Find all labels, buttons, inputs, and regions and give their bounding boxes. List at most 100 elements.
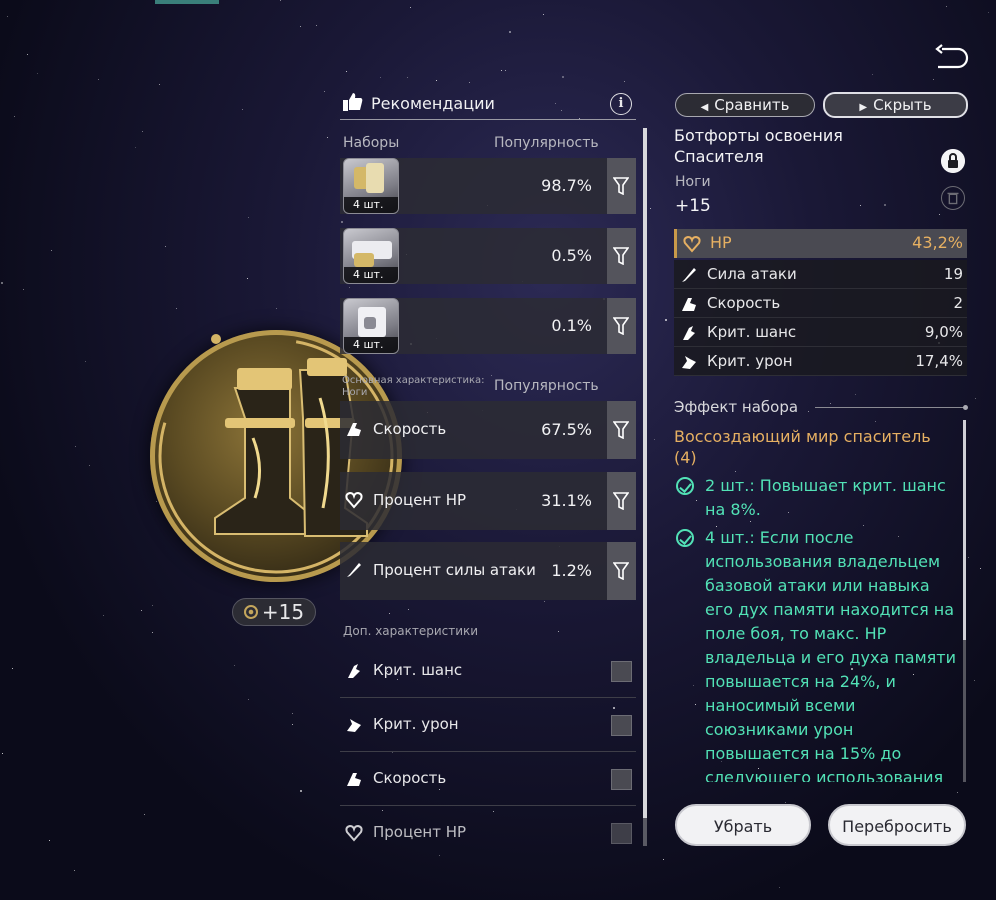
filter-icon (613, 421, 629, 439)
set-count: 4 шт. (344, 337, 398, 353)
star (141, 610, 142, 611)
sub-stat-value: 19 (943, 265, 963, 283)
main-stat-label: Процент силы атаки (373, 561, 536, 579)
star (988, 12, 989, 13)
star (103, 615, 104, 616)
star (159, 84, 160, 85)
crit-rate-icon (683, 326, 695, 340)
main-stat-value: 43,2% (912, 233, 963, 252)
sub-stat-label: Скорость (707, 294, 781, 312)
star (49, 840, 50, 841)
star (7, 16, 8, 17)
crit-rate-icon (348, 664, 360, 678)
recommendations-scroll-thumb[interactable] (643, 128, 647, 818)
star (276, 308, 277, 309)
filter-button[interactable] (607, 542, 636, 600)
sub-stat-label: Крит. шанс (707, 323, 797, 341)
recommendations-header: Рекомендации i (340, 88, 636, 120)
star (436, 80, 437, 81)
main-stat-label: Процент HP (373, 491, 467, 509)
star (247, 278, 248, 279)
star (410, 7, 411, 8)
sets-popularity-header: Популярность (494, 135, 599, 151)
sub-stat-row[interactable]: Скорость (340, 752, 636, 806)
lock-icon[interactable] (941, 149, 965, 173)
star (324, 91, 325, 92)
back-button[interactable] (934, 44, 970, 74)
sub-stat-label: Скорость (373, 769, 447, 787)
sub-stat-row: Крит. шанс 9,0% (674, 318, 967, 347)
divider (815, 407, 967, 408)
item-name: Ботфорты освоения Спасителя (674, 126, 843, 166)
recommendations-panel: Рекомендации i Наборы Популярность 4 шт.… (340, 88, 640, 848)
star (248, 699, 249, 700)
filter-button[interactable] (607, 401, 636, 459)
star (933, 79, 934, 80)
sub-stat-label: Процент HP (373, 823, 467, 841)
main-stat-popularity: 31.1% (541, 491, 592, 510)
set-row[interactable]: 4 шт. 98.7% (340, 158, 636, 214)
star (27, 54, 28, 55)
main-stat-label: Скорость (373, 420, 447, 438)
main-stat-header: Основная характеристика: Ноги (342, 375, 485, 398)
star (292, 724, 293, 725)
sub-stat-label: Крит. урон (373, 715, 459, 733)
recommendations-title: Рекомендации (371, 94, 495, 113)
sub-stat-checkbox[interactable] (611, 769, 632, 790)
set-row[interactable]: 4 шт. 0.1% (340, 298, 636, 354)
star (300, 26, 301, 27)
star (624, 81, 625, 82)
hide-button[interactable]: ▶ Скрыть (823, 92, 968, 118)
star (980, 568, 981, 569)
sub-stat-row[interactable]: Крит. шанс (340, 644, 636, 698)
set-effect-list[interactable]: 2 шт.: Повышает крит. шанс на 8%. 4 шт.:… (672, 470, 962, 782)
set-effect-scroll-thumb[interactable] (963, 420, 966, 640)
main-stat-popularity: 1.2% (551, 561, 592, 580)
sub-stat-row: Сила атаки 19 (674, 260, 967, 289)
star (85, 361, 86, 362)
filter-button[interactable] (607, 228, 636, 284)
sub-stat-row[interactable]: Процент HP (340, 806, 636, 860)
heart-icon (345, 824, 363, 842)
heart-icon (345, 491, 363, 509)
set-popularity: 98.7% (541, 176, 592, 195)
star (12, 668, 13, 669)
main-popularity-header: Популярность (494, 378, 599, 394)
filter-button[interactable] (607, 158, 636, 214)
filter-icon (613, 177, 629, 195)
sub-stat-checkbox[interactable] (611, 823, 632, 844)
divider-dot (963, 405, 968, 410)
main-stat-row[interactable]: Скорость 67.5% (340, 401, 636, 459)
compare-button[interactable]: ◀ Сравнить (675, 93, 815, 117)
medallion-level: +15 (261, 600, 305, 624)
star (152, 605, 153, 606)
main-stat-row[interactable]: Процент силы атаки 1.2% (340, 542, 636, 600)
star (37, 73, 38, 74)
sub-stat-row[interactable]: Крит. урон (340, 698, 636, 752)
set-count: 4 шт. (344, 197, 398, 213)
sub-stat-checkbox[interactable] (611, 661, 632, 682)
star (142, 131, 143, 132)
trash-icon[interactable] (941, 186, 965, 210)
filter-button[interactable] (607, 298, 636, 354)
main-stat-row[interactable]: Процент HP 31.1% (340, 472, 636, 530)
filter-button[interactable] (607, 472, 636, 530)
set-row[interactable]: 4 шт. 0.5% (340, 228, 636, 284)
star (650, 208, 651, 209)
star (248, 217, 249, 218)
sub-stat-checkbox[interactable] (611, 715, 632, 736)
filter-icon (613, 247, 629, 265)
sets-header: Наборы (343, 135, 400, 151)
star (135, 147, 136, 148)
star (562, 76, 564, 78)
set-count: 4 шт. (344, 267, 398, 283)
star (234, 665, 235, 666)
reroll-button[interactable]: Перебросить (828, 804, 966, 846)
star (280, 0, 281, 1)
star (14, 116, 15, 117)
info-icon[interactable]: i (610, 93, 632, 115)
speed-icon (347, 423, 361, 436)
sub-stat-label: Сила атаки (707, 265, 797, 283)
star (292, 713, 293, 714)
remove-button[interactable]: Убрать (675, 804, 811, 846)
